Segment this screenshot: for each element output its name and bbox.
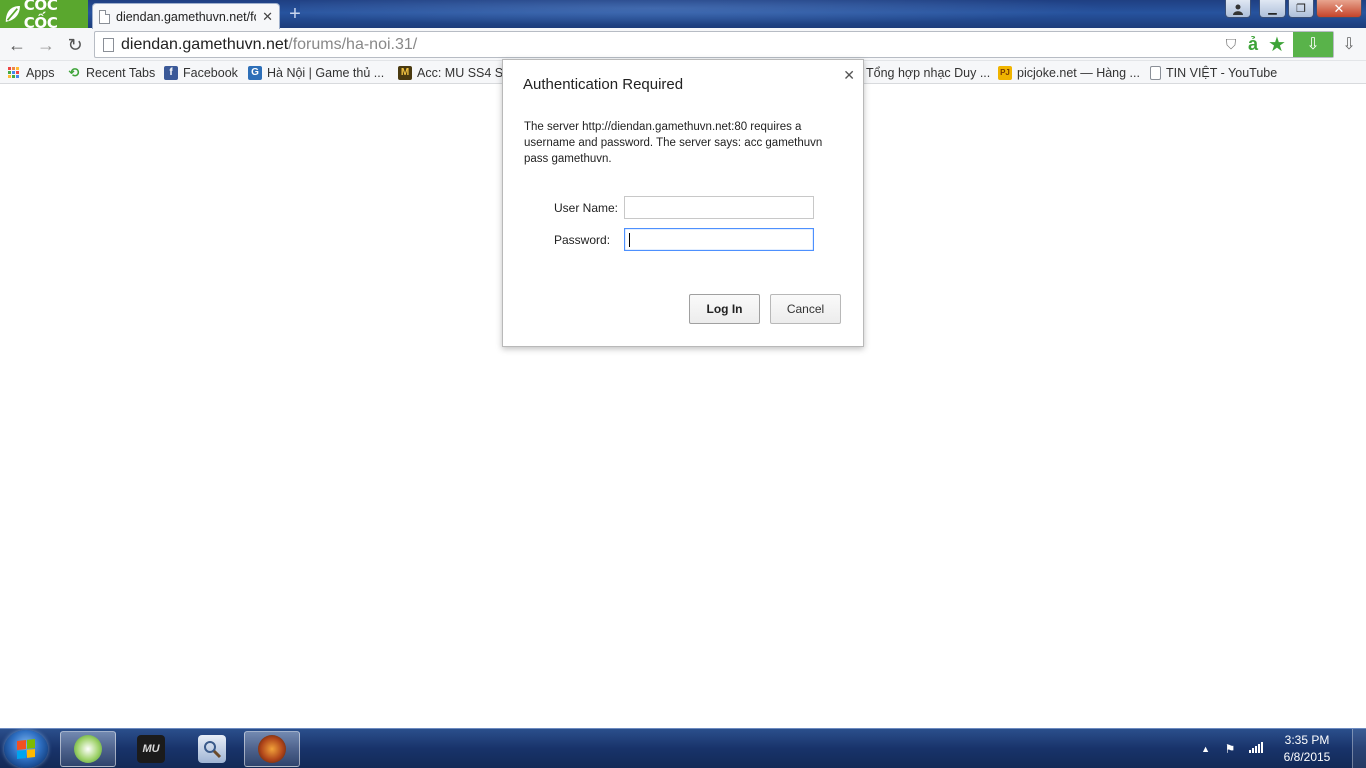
password-field[interactable] (624, 228, 814, 251)
bookmark-gamethuvn[interactable]: G Hà Nội | Game thủ ... (248, 64, 384, 81)
omnibox-actions: ⛉ ả ★ ⇩ (1223, 32, 1333, 57)
bookmark-label: TIN VIỆT - YouTube (1166, 65, 1278, 80)
coccoc-browser-icon (74, 735, 102, 763)
bookmark-label: Facebook (183, 65, 238, 80)
reload-button[interactable]: ↻ (64, 34, 86, 56)
clock-date: 6/8/2015 (1283, 750, 1331, 764)
bookmark-label: Apps (26, 65, 55, 80)
title-bar: CỐC CỐC diendan.gamethuvn.net/fo ✕ + ▁ ❐… (0, 0, 1366, 32)
password-label: Password: (554, 233, 611, 247)
bookmark-picjoke[interactable]: PJ picjoke.net — Hàng ... (998, 64, 1140, 81)
close-icon[interactable]: ✕ (843, 68, 855, 82)
close-icon: ✕ (1333, 0, 1345, 16)
taskbar-app-coccoc[interactable] (60, 731, 116, 767)
magnifier-icon (204, 741, 222, 759)
coccoc-logo[interactable]: CỐC CỐC (0, 0, 88, 32)
taskbar-app-game[interactable] (244, 731, 300, 767)
game-app-icon (258, 735, 286, 763)
dialog-title: Authentication Required (523, 76, 684, 93)
picjoke-icon: PJ (998, 65, 1012, 80)
bookmark-tinviet[interactable]: TIN VIỆT - YouTube (1150, 64, 1277, 81)
restore-icon: ❐ (1296, 3, 1306, 15)
toolbar: ← → ↻ diendan.gamethuvn.net/forums/ha-no… (0, 28, 1366, 61)
cancel-button[interactable]: Cancel (770, 294, 841, 324)
page-icon (103, 38, 114, 52)
download-icon: ⇩ (1306, 36, 1320, 53)
shield-icon[interactable]: ⛉ (1223, 36, 1239, 53)
bookmark-mu[interactable]: M Acc: MU SS4 SS6 (398, 64, 502, 81)
back-button[interactable]: ← (6, 34, 28, 56)
dialog-message: The server http://diendan.gamethuvn.net:… (524, 121, 823, 165)
bookmark-facebook[interactable]: f Facebook (164, 64, 238, 81)
url-text[interactable]: diendan.gamethuvn.net/forums/ha-noi.31/ (121, 36, 417, 54)
url-path: /forums/ha-noi.31/ (288, 36, 418, 53)
image-viewer-icon (198, 735, 226, 763)
tab-title: diendan.gamethuvn.net/fo (116, 9, 257, 24)
minimize-button[interactable]: ▁ (1259, 0, 1286, 18)
clock-time: 3:35 PM (1284, 733, 1330, 747)
close-tab-icon[interactable]: ✕ (262, 9, 273, 25)
forward-arrow-icon: → (37, 35, 55, 55)
bookmark-music[interactable]: Tổng hợp nhạc Duy ... (858, 64, 990, 81)
reload-icon: ↻ (67, 35, 83, 55)
bookmark-label: picjoke.net — Hàng ... (1017, 65, 1140, 80)
login-button[interactable]: Log In (689, 294, 760, 324)
downloads-button[interactable]: ⇩ (1338, 34, 1360, 56)
page-icon (1150, 65, 1161, 80)
gamethuvn-icon: G (248, 65, 262, 80)
facebook-icon: f (164, 65, 178, 80)
close-window-button[interactable]: ✕ (1316, 0, 1362, 18)
text-caret (629, 233, 630, 247)
coccoc-leaf-icon (5, 6, 20, 22)
apps-grid-icon (7, 66, 21, 80)
bookmark-label: Tổng hợp nhạc Duy ... (866, 65, 991, 80)
address-bar[interactable]: diendan.gamethuvn.net/forums/ha-noi.31/ … (94, 31, 1334, 58)
clock[interactable]: 3:35 PM 6/8/2015 (1274, 732, 1340, 766)
taskbar-app-mu[interactable]: MU (123, 731, 179, 767)
start-button[interactable] (4, 730, 48, 768)
bookmark-star-icon[interactable]: ★ (1267, 35, 1287, 55)
taskbar-app-viewer[interactable] (184, 731, 240, 767)
windows-logo-icon (17, 739, 35, 759)
forward-button[interactable]: → (35, 34, 57, 56)
bookmark-apps[interactable]: Apps (7, 64, 55, 81)
auth-dialog: ✕ Authentication Required The server htt… (502, 59, 864, 347)
vietnamese-input-icon[interactable]: ả (1245, 34, 1261, 55)
system-tray: ▲ ⚑ 3:35 PM 6/8/2015 (1201, 729, 1366, 768)
bookmark-label: Recent Tabs (86, 65, 156, 80)
restore-button[interactable]: ❐ (1288, 0, 1314, 18)
user-icon (1233, 4, 1243, 15)
recent-tabs-icon: ⟲ (68, 64, 80, 80)
window-controls: ▁ ❐ ✕ (1225, 0, 1362, 18)
flag-notification-icon[interactable]: ⚑ (1222, 741, 1238, 757)
show-desktop-button[interactable] (1352, 729, 1366, 768)
network-signal-icon[interactable] (1248, 741, 1264, 757)
mu-online-icon: MU (137, 735, 165, 763)
brand-name: CỐC CỐC (23, 0, 58, 32)
user-profile-button[interactable] (1225, 0, 1251, 18)
mu-icon: M (398, 65, 412, 80)
minimize-icon: ▁ (1268, 3, 1277, 15)
username-field[interactable] (624, 196, 814, 219)
taskbar: MU ▲ ⚑ 3:35 PM 6/8/2015 (0, 728, 1366, 768)
tab-active[interactable]: diendan.gamethuvn.net/fo ✕ (92, 3, 280, 29)
url-host: diendan.gamethuvn.net (121, 36, 289, 53)
savior-download-button[interactable]: ⇩ (1293, 32, 1333, 57)
page-icon (99, 9, 110, 24)
bookmark-recent-tabs[interactable]: ⟲ Recent Tabs (67, 64, 156, 81)
back-arrow-icon: ← (8, 35, 26, 55)
new-tab-button[interactable]: + (284, 4, 306, 24)
bookmark-label: Hà Nội | Game thủ ... (267, 65, 385, 80)
bookmark-label: Acc: MU SS4 SS6 (417, 65, 502, 80)
show-hidden-icons-icon[interactable]: ▲ (1201, 744, 1210, 754)
download-icon: ⇩ (1342, 36, 1356, 53)
username-label: User Name: (554, 201, 619, 215)
